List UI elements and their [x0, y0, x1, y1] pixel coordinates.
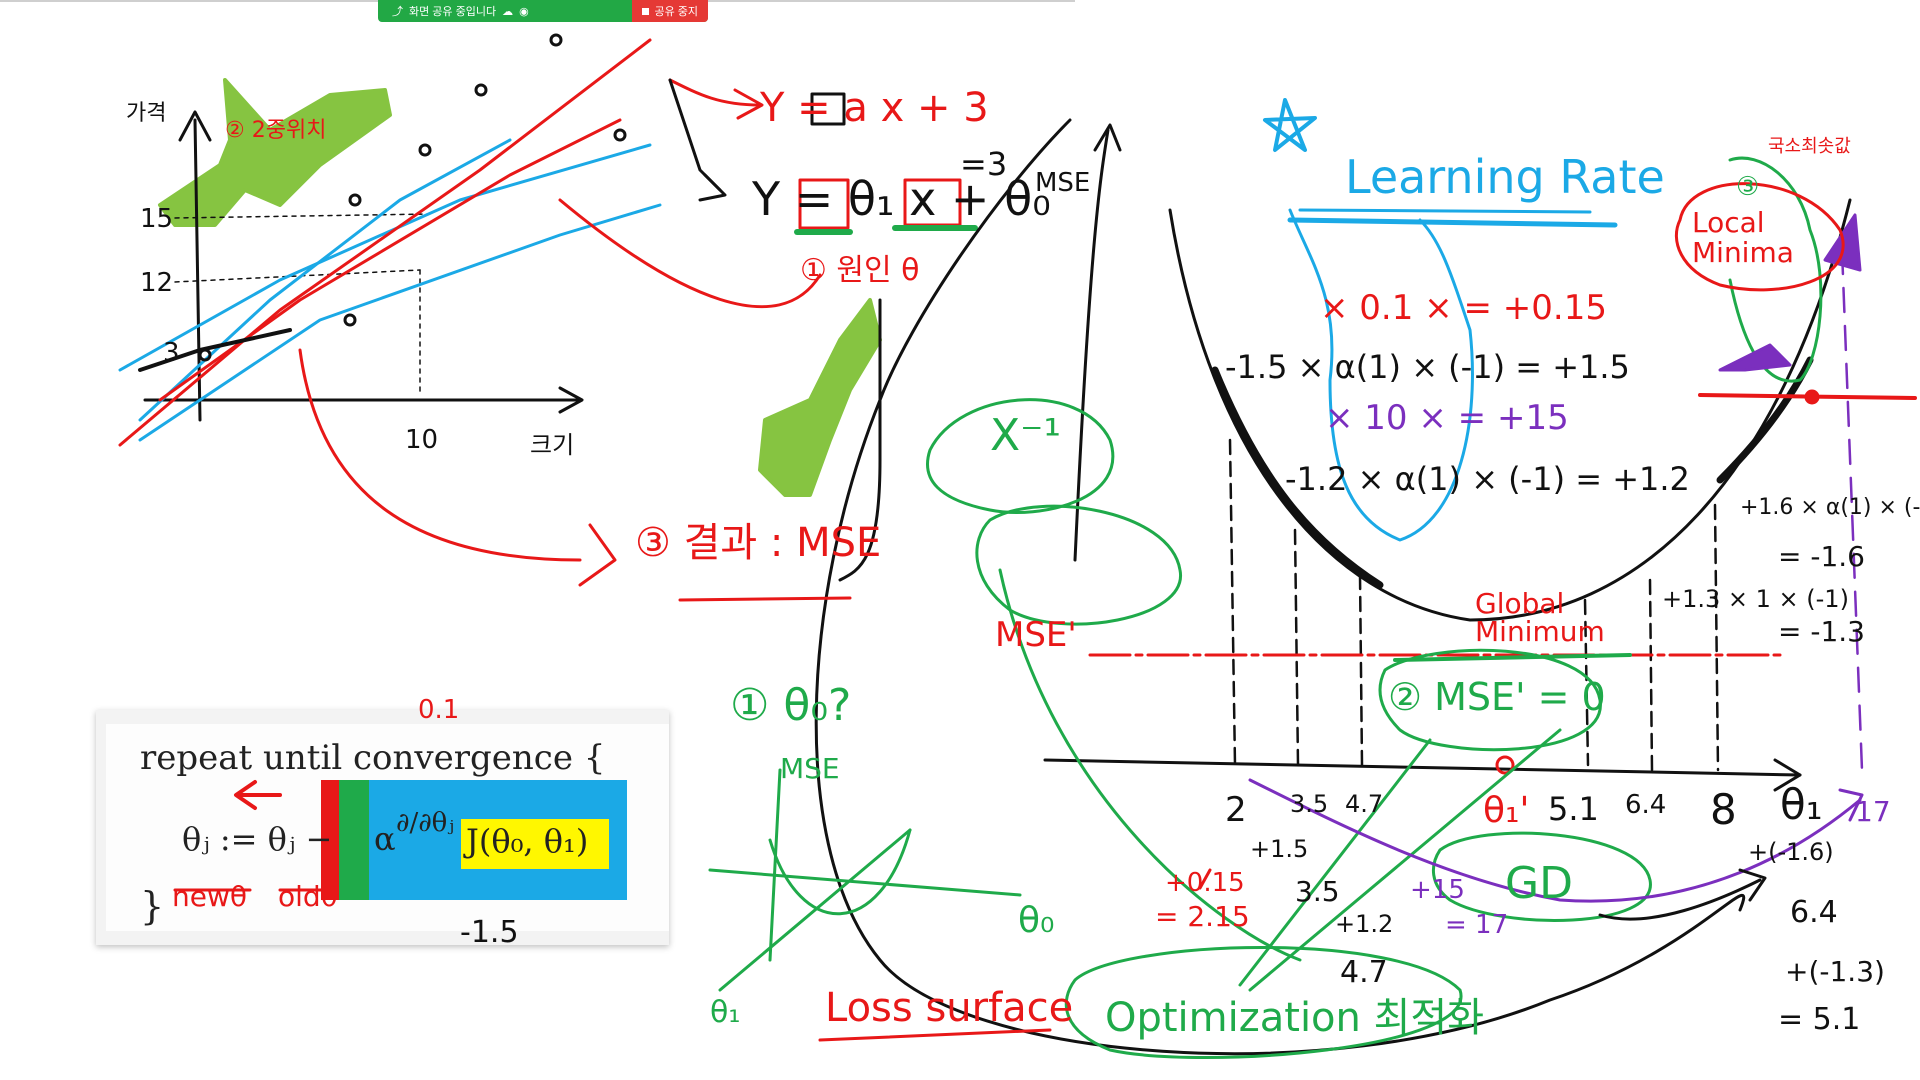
- right-col-4: = -1.3: [1778, 615, 1865, 648]
- data-point: [198, 348, 212, 362]
- lr-row-4: -1.2 × α(1) × (-1) = +1.2: [1285, 460, 1690, 498]
- purple-arrow-left: [1718, 343, 1792, 372]
- data-point: [613, 128, 627, 142]
- theta1-axis: [1043, 758, 1802, 777]
- data-point: [474, 83, 488, 97]
- bottom-calc-2: = 2.15: [1155, 900, 1250, 933]
- tick-15: 15: [140, 204, 174, 234]
- theta1-axis-label: θ₁: [710, 995, 741, 1030]
- minus-15-label: -1.5: [460, 915, 519, 950]
- price-axis-label: 가격: [126, 101, 167, 126]
- theta0-axis-label: θ₀: [1018, 900, 1055, 941]
- tick-3: 3: [163, 338, 180, 368]
- equation-1: Y = a x + 3: [760, 85, 989, 131]
- tick-10: 10: [405, 425, 439, 455]
- green-mark-center: [758, 298, 882, 497]
- right-col-2: = -1.6: [1778, 540, 1865, 573]
- bottom-calc-3: +1.5: [1250, 835, 1309, 863]
- local-num: ③: [1736, 172, 1760, 202]
- local-min-dot: [1804, 389, 1820, 405]
- lr-underline-2: [1298, 208, 1592, 214]
- new-theta-label: newθ: [172, 880, 248, 913]
- x-tick-theta1: θ₁: [1780, 780, 1823, 829]
- theta0-small-axis: [708, 868, 1022, 897]
- red-arrow-to-eq: [668, 78, 762, 107]
- x-tick-51: 5.1: [1548, 790, 1599, 828]
- right-col-3: +1.3 × 1 × (-1): [1662, 585, 1849, 613]
- right-calc-3: +(-1.3): [1785, 955, 1885, 988]
- x-tick-17: 17: [1855, 795, 1891, 828]
- learning-rate-title: Learning Rate: [1345, 150, 1665, 204]
- dash-8: [1713, 503, 1720, 772]
- bottom-calc-1: +0.15: [1165, 868, 1245, 898]
- optimization-label: Optimization 최적화: [1105, 995, 1484, 1041]
- bottom-calc-4: 3.5: [1295, 875, 1340, 908]
- bottom-calc-6: 4.7: [1340, 955, 1388, 990]
- data-point: [549, 33, 563, 47]
- bottom-calc-5: +1.2: [1335, 910, 1394, 938]
- dash-2: [1228, 438, 1237, 767]
- loss-surface-label: Loss surface: [825, 985, 1074, 1031]
- x-tick-47: 4.7: [1345, 790, 1384, 818]
- x-tick-8: 8: [1710, 785, 1737, 834]
- theta1-small-axis: [718, 828, 912, 992]
- small-bowl: [768, 828, 912, 916]
- right-col-1: +1.6 × α(1) × (-1): [1740, 495, 1920, 520]
- right-calc-1: +(-1.6): [1748, 838, 1834, 866]
- right-calc-2: 6.4: [1790, 895, 1838, 930]
- mse-prime-loop: [975, 504, 1182, 626]
- theta0-question: ① θ₀?: [730, 680, 852, 731]
- local-note: 국소최솟값: [1768, 136, 1851, 157]
- data-point: [343, 313, 357, 327]
- lr-row-3: × 10 × = +15: [1325, 398, 1569, 438]
- right-calc-4: = 5.1: [1778, 1002, 1861, 1037]
- mse-small-label: MSE: [780, 752, 840, 785]
- loss-underline: [818, 1028, 1052, 1042]
- black-arrow-head: [698, 173, 727, 202]
- size-axis-label: 크기: [530, 431, 575, 459]
- x-tick-35: 3.5: [1290, 790, 1329, 818]
- global-minimum-label: Global Minimum: [1475, 587, 1605, 648]
- gd-label: GD: [1505, 858, 1573, 909]
- equation-2-three: =3: [960, 145, 1008, 183]
- lr-row-1: × 0.1 × = +0.15: [1320, 288, 1607, 328]
- black-arrow-to-eq2: [668, 78, 722, 192]
- x-inverse-label: X⁻¹: [990, 410, 1062, 461]
- data-point: [418, 143, 432, 157]
- alpha-01-label: 0.1: [418, 695, 460, 725]
- mse-prime-label: MSE': [995, 615, 1077, 655]
- mse-zero-label: ② MSE' = 0: [1388, 675, 1606, 719]
- lr-underline-1: [1287, 217, 1618, 228]
- old-theta-label: oldθ: [278, 880, 338, 913]
- result-underline: [678, 596, 852, 602]
- x-tick-2: 2: [1225, 790, 1247, 830]
- local-minima-label: Local Minima: [1692, 206, 1794, 269]
- star-icon: [1263, 98, 1317, 152]
- red-arrow-head-2: [578, 523, 617, 587]
- step2-note: ② 2중위치: [225, 118, 327, 143]
- x-tick-64: 6.4: [1625, 790, 1667, 820]
- mse-axis-label: MSE: [1035, 168, 1091, 198]
- bottom-calc-8: = 17: [1445, 910, 1509, 940]
- unknown-note: ① 원인 θ: [800, 253, 920, 288]
- dash-47: [1358, 573, 1364, 767]
- result-note: ③ 결과 : MSE: [635, 520, 882, 566]
- bottom-calc-7: +15: [1410, 875, 1465, 905]
- theta1-prime-label: θ₁': [1483, 790, 1530, 831]
- lr-row-2: -1.5 × α(1) × (-1) = +1.5: [1225, 348, 1630, 386]
- data-point: [348, 193, 362, 207]
- dash-35: [1293, 528, 1300, 767]
- tick-12: 12: [140, 268, 174, 298]
